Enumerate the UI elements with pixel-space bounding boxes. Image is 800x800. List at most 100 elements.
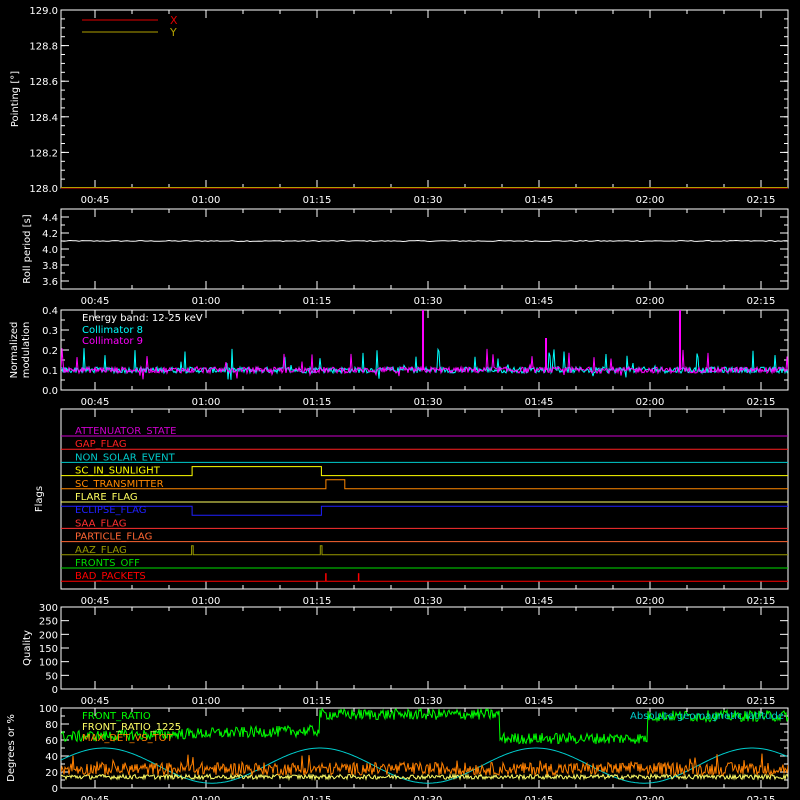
y-tick-label: 0.2 (42, 346, 58, 357)
x-tick-label: 00:45 (81, 596, 110, 607)
y-tick-label: 40 (45, 752, 58, 763)
flag-label: FRONTS_OFF (75, 558, 140, 569)
x-tick-label: 01:15 (303, 696, 332, 707)
x-tick-label: 01:15 (303, 795, 332, 800)
y-tick-label: 129.0 (29, 6, 58, 17)
x-tick-label: 02:15 (747, 397, 776, 408)
x-tick-label: 00:45 (81, 397, 110, 408)
legend-label: FRONT_RATIO_1225 (82, 722, 181, 733)
flag-label: SAA_FLAG (75, 518, 126, 529)
series-line (60, 239, 788, 243)
x-tick-label: 01:45 (525, 596, 554, 607)
flag-label: ECLIPSE_FLAG (75, 505, 146, 516)
flag-label: FLARE_FLAG (75, 492, 138, 503)
flag-label: ATTENUATOR_STATE (75, 426, 176, 437)
x-tick-label: 01:00 (192, 195, 221, 206)
flag-line (61, 479, 788, 490)
x-tick-label: 01:15 (303, 195, 332, 206)
flag-row: NON_SOLAR_EVENT (61, 452, 788, 463)
x-tick-label: 02:15 (747, 795, 776, 800)
x-tick-label: 01:30 (414, 195, 443, 206)
annotation-energy-band: Energy band: 12-25 keV (82, 313, 203, 324)
legend-label: MAX_DET_VS_TOT (82, 733, 174, 744)
y-tick-label: 200 (39, 630, 58, 641)
flag-row: SC_IN_SUNLIGHT (61, 466, 788, 477)
y-tick-label: 4.2 (42, 229, 58, 240)
flag-row: ATTENUATOR_STATE (61, 426, 788, 437)
y-tick-label: 50 (45, 671, 58, 682)
x-tick-label: 02:15 (747, 296, 776, 307)
x-tick-label: 02:00 (636, 696, 665, 707)
panel-quality: 00:45 01:00 01:15 01:30 01:45 02:00 02:15 0 50 10… (22, 603, 789, 707)
x-tick-label: 02:00 (636, 195, 665, 206)
x-tick-label: 02:15 (747, 596, 776, 607)
y-tick-label: 60 (45, 736, 58, 747)
x-tick-label: 01:45 (525, 296, 554, 307)
flag-row: FLARE_FLAG (61, 492, 788, 503)
x-tick-label: 01:45 (525, 795, 554, 800)
series-line (61, 347, 788, 380)
panel-roll: 00:45 01:00 01:15 01:30 01:45 02:00 02:15 3.6 3.… (22, 208, 789, 307)
x-tick-label: 01:45 (525, 696, 554, 707)
plot-frame (60, 606, 789, 690)
plot-frame (60, 208, 789, 290)
y-tick-label: 0.4 (42, 306, 58, 317)
legend-label: Y (169, 26, 177, 39)
x-tick-label: 01:30 (414, 397, 443, 408)
x-tick-label: 01:30 (414, 596, 443, 607)
flag-label: PARTICLE_FLAG (75, 532, 152, 543)
x-tick-label: 00:45 (81, 696, 110, 707)
flag-line (61, 466, 788, 477)
legend-label: Absolute geomagnetic latitude (630, 711, 784, 722)
flag-label: BAD_PACKETS (75, 571, 146, 582)
y-axis-label: Roll period [s] (22, 214, 33, 283)
y-tick-label: 0.3 (42, 326, 58, 337)
y-tick-label: 128.8 (29, 42, 58, 53)
y-axis-label: Normalizedmodulation (9, 322, 32, 379)
x-tick-label: 01:00 (192, 397, 221, 408)
x-tick-label: 00:45 (81, 795, 110, 800)
chart-figure: 00:45 01:00 01:15 01:30 01:45 02:00 02:15 128.0… (6, 6, 789, 800)
y-tick-label: 0.1 (42, 366, 58, 377)
x-tick-label: 01:30 (414, 296, 443, 307)
y-tick-label: 128.2 (29, 148, 58, 159)
y-axis-label: Quality (22, 630, 33, 666)
y-tick-label: 300 (39, 603, 58, 614)
y-tick-label: 100 (39, 704, 58, 715)
flag-label: GAP_FLAG (75, 439, 127, 450)
flag-row: BAD_PACKETS (61, 571, 788, 582)
legend-label: Collimator 9 (82, 336, 143, 347)
flag-label: SC_IN_SUNLIGHT (75, 466, 161, 477)
flag-line (61, 505, 788, 516)
x-tick-label: 02:15 (747, 195, 776, 206)
x-tick-label: 01:45 (525, 397, 554, 408)
series-line (61, 348, 788, 380)
y-tick-label: 250 (39, 617, 58, 628)
y-axis-label: Flags (34, 486, 45, 512)
x-tick-label: 02:00 (636, 596, 665, 607)
y-tick-label: 80 (45, 720, 58, 731)
legend-label: Collimator 8 (82, 325, 143, 336)
flag-label: AAZ_FLAG (75, 545, 127, 556)
flag-row: PARTICLE_FLAG (61, 532, 788, 543)
y-tick-label: 100 (39, 658, 58, 669)
y-tick-label: 3.8 (42, 261, 58, 272)
y-tick-label: 128.0 (29, 184, 58, 195)
y-tick-label: 4.4 (42, 213, 58, 224)
x-tick-label: 02:15 (747, 696, 776, 707)
x-tick-label: 00:45 (81, 296, 110, 307)
y-tick-label: 0 (52, 784, 58, 795)
y-tick-label: 3.6 (42, 277, 58, 288)
y-tick-label: 128.6 (29, 77, 58, 88)
panel-ratios: 00:45 01:00 01:15 01:30 01:45 02:00 02:15 0 20 40… (6, 704, 789, 800)
panel-pointing: 00:45 01:00 01:15 01:30 01:45 02:00 02:15 128.0… (10, 6, 789, 206)
x-tick-label: 01:15 (303, 397, 332, 408)
x-tick-label: 02:00 (636, 397, 665, 408)
y-axis-label: Pointing [°] (10, 71, 21, 127)
y-tick-label: 20 (45, 768, 58, 779)
flag-line (61, 545, 788, 556)
x-tick-label: 01:00 (192, 596, 221, 607)
x-tick-label: 02:00 (636, 795, 665, 800)
flag-row: SAA_FLAG (61, 518, 788, 529)
flag-row: SC_TRANSMITTER (61, 479, 788, 490)
